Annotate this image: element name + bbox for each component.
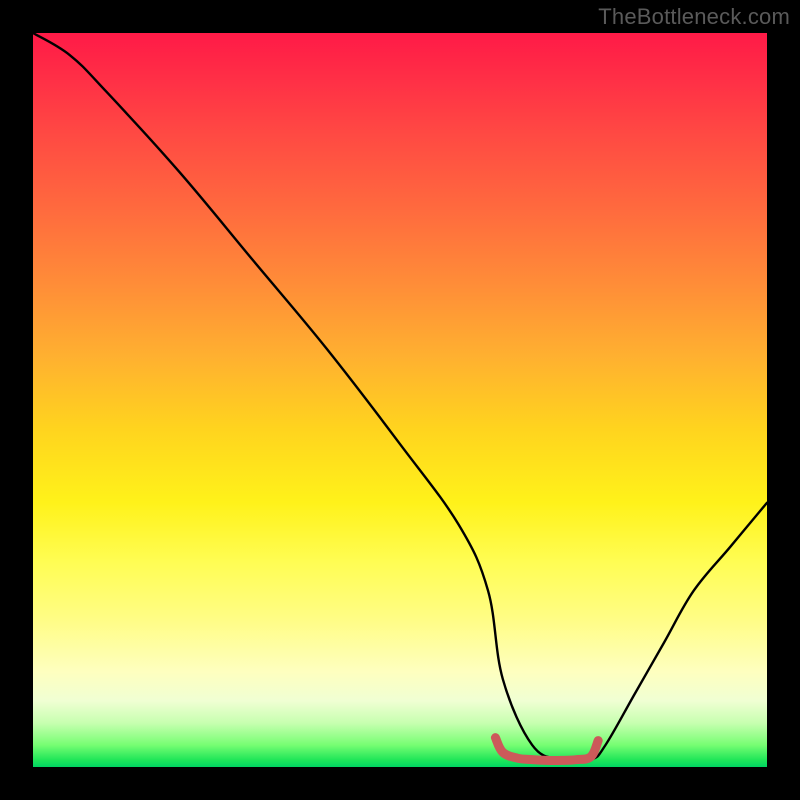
bottleneck-curve-path [33, 33, 767, 762]
optimal-band-path [495, 738, 598, 761]
watermark-text: TheBottleneck.com [598, 4, 790, 30]
chart-plot-area [33, 33, 767, 767]
chart-svg [33, 33, 767, 767]
